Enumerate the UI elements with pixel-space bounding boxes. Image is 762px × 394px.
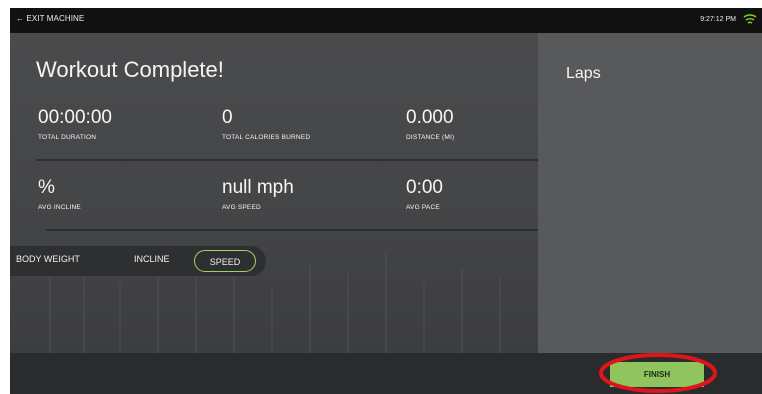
- finish-button[interactable]: FINISH: [610, 362, 704, 387]
- stat-value: 0: [222, 107, 233, 128]
- stat-value: null mph: [222, 177, 294, 198]
- top-bar: ← EXIT MACHINE 9:27:12 PM: [10, 8, 762, 33]
- stat-label: AVG SPEED: [222, 204, 261, 211]
- stat-avg-incline: % AVG INCLINE: [38, 177, 81, 211]
- page-title: Workout Complete!: [36, 57, 224, 82]
- stat-label: TOTAL DURATION: [38, 134, 97, 141]
- stat-value: 0:00: [406, 177, 443, 198]
- stat-distance: 0.000 DISTANCE (MI): [406, 107, 454, 141]
- laps-panel: Laps: [538, 33, 762, 353]
- laps-title: Laps: [566, 65, 601, 82]
- stat-avg-pace: 0:00 AVG PACE: [406, 177, 443, 211]
- toggle-speed[interactable]: SPEED: [194, 250, 256, 272]
- divider: [36, 159, 538, 161]
- stat-total-calories: 0 TOTAL CALORIES BURNED: [222, 107, 310, 141]
- toggle-incline[interactable]: INCLINE: [134, 254, 170, 264]
- stat-total-duration: 00:00:00 TOTAL DURATION: [38, 107, 112, 141]
- graph-metric-toggle: BODY WEIGHT INCLINE SPEED: [10, 246, 266, 276]
- toggle-body-weight[interactable]: BODY WEIGHT: [16, 254, 80, 264]
- wifi-icon: [743, 14, 757, 24]
- stat-label: AVG PACE: [406, 204, 440, 211]
- stat-value: 00:00:00: [38, 107, 112, 128]
- stat-value: %: [38, 177, 55, 198]
- workout-summary-panel: Workout Complete! 00:00:00 TOTAL DURATIO…: [10, 33, 538, 353]
- stat-label: AVG INCLINE: [38, 204, 81, 211]
- exit-machine-button[interactable]: ← EXIT MACHINE: [16, 14, 84, 23]
- clock: 9:27:12 PM: [700, 16, 736, 23]
- stat-label: DISTANCE (MI): [406, 134, 455, 141]
- stat-value: 0.000: [406, 107, 454, 128]
- divider: [46, 229, 538, 231]
- stat-avg-speed: null mph AVG SPEED: [222, 177, 294, 211]
- machine-screen: ← EXIT MACHINE 9:27:12 PM Workout Comple…: [10, 8, 762, 394]
- stat-label: TOTAL CALORIES BURNED: [222, 134, 311, 141]
